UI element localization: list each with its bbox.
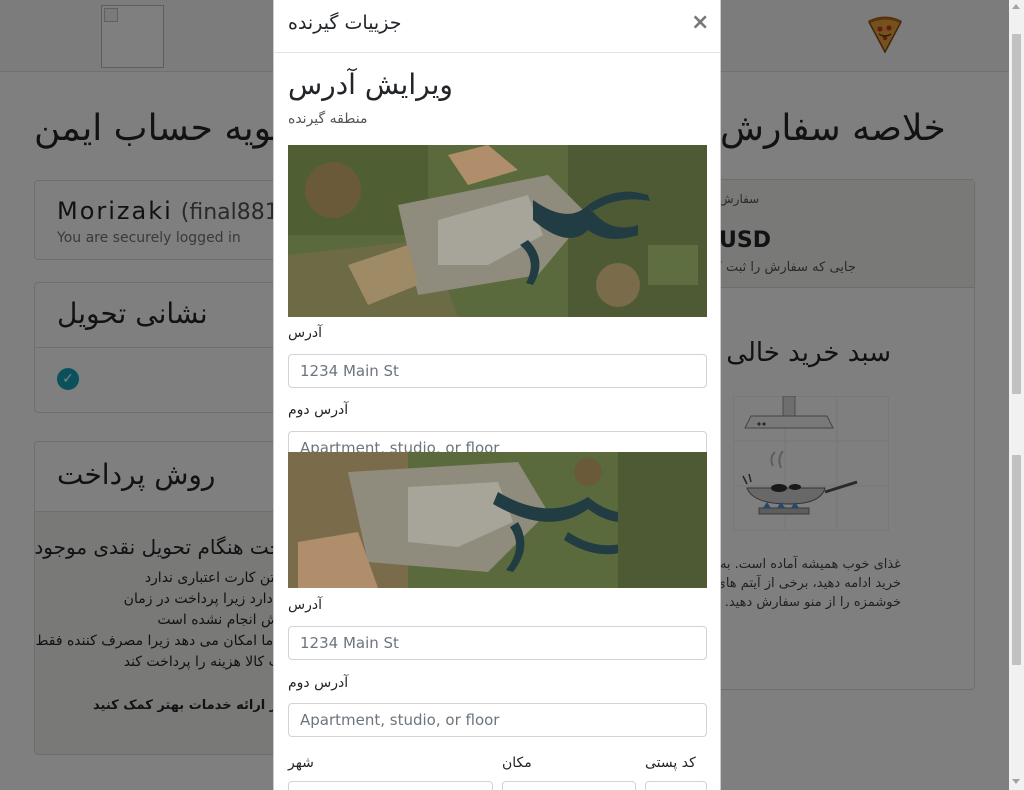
address2-label-repeat: آدرس دوم bbox=[288, 675, 349, 691]
address-label: آدرس bbox=[288, 325, 322, 341]
city-label: شهر bbox=[288, 755, 314, 771]
region-map-secondary[interactable] bbox=[288, 452, 707, 588]
city-input[interactable] bbox=[288, 781, 493, 790]
scroll-up-icon[interactable] bbox=[1012, 4, 1020, 9]
scrollbar-thumb-inner[interactable] bbox=[1012, 455, 1021, 665]
close-icon[interactable]: × bbox=[691, 10, 709, 35]
zip-input[interactable] bbox=[645, 781, 707, 790]
address2-label: آدرس دوم bbox=[288, 402, 349, 418]
scroll-down-icon[interactable] bbox=[1012, 779, 1020, 784]
region-label: منطقه گیرنده bbox=[288, 111, 368, 127]
recipient-modal: جزییات گیرنده × ویرایش آدرس منطقه گیرنده… bbox=[273, 0, 721, 790]
edit-address-title: ویرایش آدرس bbox=[288, 68, 453, 101]
region-map[interactable] bbox=[288, 145, 707, 317]
address2-input-repeat[interactable] bbox=[288, 703, 707, 737]
place-label: مکان bbox=[502, 755, 532, 771]
zip-label: کد پستی bbox=[645, 755, 696, 771]
place-input[interactable] bbox=[502, 781, 636, 790]
address-label-repeat: آدرس bbox=[288, 597, 322, 613]
scrollbar-thumb[interactable] bbox=[1012, 34, 1021, 394]
address-input[interactable] bbox=[288, 354, 707, 388]
modal-title: جزییات گیرنده bbox=[288, 12, 402, 34]
address-input-repeat[interactable] bbox=[288, 626, 707, 660]
modal-header: جزییات گیرنده × bbox=[274, 0, 720, 53]
